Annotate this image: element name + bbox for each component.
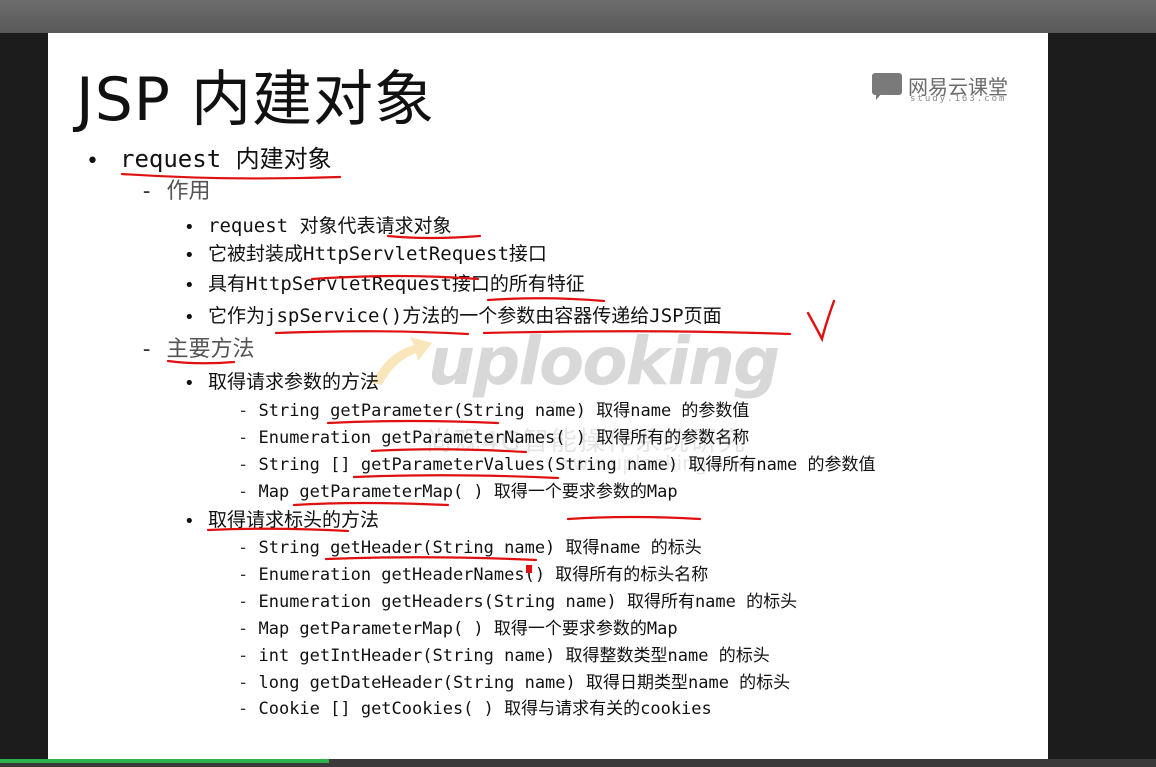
underline-request-heading [120,172,342,180]
dash-marker: - [238,619,259,639]
watermark-brand: uplooking [428,323,780,400]
video-progress-fill [0,759,330,763]
chat-bubble-icon [872,73,902,100]
dash-marker: - [238,565,259,585]
checkmark-icon [806,299,836,343]
header-method-item: - int getIntHeader(String name) 取得整数类型na… [238,648,770,665]
dash-marker: - [238,455,259,475]
subheading-main-methods-label: 主要方法 [166,337,255,362]
param-methods-heading: 取得请求参数的方法 [208,371,380,393]
header-method-item: - Map getParameterMap( ) 取得一个要求参数的Map [238,621,678,638]
presentation-slide: JSP 内建对象 网易云课堂 study.163.com uplooking 尚… [48,33,1048,759]
bullet-icon: • [184,373,195,394]
underline-getparametermap [292,501,450,507]
subheading-main-methods: - 主要方法 [140,339,255,361]
bullet-icon: • [184,217,195,238]
underline-all-features [486,297,606,303]
logo-url: study.163.com [910,94,1007,104]
subheading-purpose-label: 作用 [166,179,211,204]
header-method-item: - Enumeration getHeaders(String name) 取得… [238,594,797,611]
bullet-icon: • [184,275,195,296]
dash-marker: - [238,401,259,421]
underline-jspservice [274,330,470,336]
heading-request-object: request 内建对象 [120,145,332,173]
netease-cloud-classroom-logo: 网易云课堂 study.163.com [870,71,1020,105]
letterbox-left [0,33,48,759]
video-progress-track[interactable] [0,759,1156,767]
dash-marker: - [238,482,259,502]
underline-getparametervalues [352,474,560,480]
dash-marker: - [238,592,259,612]
purpose-item: request 对象代表请求对象 [208,215,452,237]
underline-getparameter [326,419,500,425]
subheading-purpose: - 作用 [140,181,211,203]
bullet-icon: • [184,307,195,328]
param-method-text: String getParameter(String name) 取得name … [258,401,750,421]
purpose-item: 它作为jspService()方法的一个参数由容器传递给JSP页面 [208,305,722,327]
video-player-top-bar [0,0,1156,33]
bullet-icon: • [184,511,195,532]
header-method-text: Enumeration getHeaderNames() 取得所有的标头名称 [258,565,709,585]
header-method-text: Map getParameterMap( ) 取得一个要求参数的Map [258,619,678,639]
bullet-icon: • [86,149,99,174]
header-method-item: - long getDateHeader(String name) 取得日期类型… [238,675,790,692]
param-method-item: - String [] getParameterValues(String na… [238,457,876,474]
underline-map-note [566,515,702,521]
param-method-item: - String getParameter(String name) 取得nam… [238,403,749,420]
header-method-text: int getIntHeader(String name) 取得整数类型name… [258,646,770,666]
param-method-item: - Map getParameterMap( ) 取得一个要求参数的Map [238,484,678,501]
dash-marker: - [238,673,259,693]
header-method-item: - Cookie [] getCookies( ) 取得与请求有关的cookie… [238,701,712,718]
slide-title: JSP 内建对象 [76,65,436,135]
dash-marker: - [238,538,259,558]
dash-marker: - [140,179,167,204]
dash-marker: - [238,646,259,666]
purpose-item: 它被封装成HttpServletRequest接口 [208,243,547,265]
param-method-text: String [] getParameterValues(String name… [258,455,876,475]
dash-marker: - [238,428,259,448]
dash-marker: - [238,699,259,719]
bullet-icon: • [184,245,195,266]
param-method-text: Map getParameterMap( ) 取得一个要求参数的Map [258,482,678,502]
underline-parameter-passing [482,330,792,336]
underline-getparameternames [370,448,528,454]
purpose-item: 具有HttpServletRequest接口的所有特征 [208,273,585,295]
header-method-text: String getHeader(String name) 取得name 的标头 [258,538,702,558]
header-method-item: - String getHeader(String name) 取得name 的… [238,540,702,557]
header-method-text: Cookie [] getCookies( ) 取得与请求有关的cookies [258,699,712,719]
param-method-item: - Enumeration getParameterNames( ) 取得所有的… [238,430,749,447]
dash-marker: - [140,337,167,362]
header-methods-heading: 取得请求标头的方法 [208,509,380,531]
header-method-item: - Enumeration getHeaderNames() 取得所有的标头名称 [238,567,708,584]
param-method-text: Enumeration getParameterNames( ) 取得所有的参数… [258,428,750,448]
letterbox-right [1048,33,1156,759]
header-method-text: long getDateHeader(String name) 取得日期类型na… [258,673,791,693]
header-method-text: Enumeration getHeaders(String name) 取得所有… [258,592,798,612]
